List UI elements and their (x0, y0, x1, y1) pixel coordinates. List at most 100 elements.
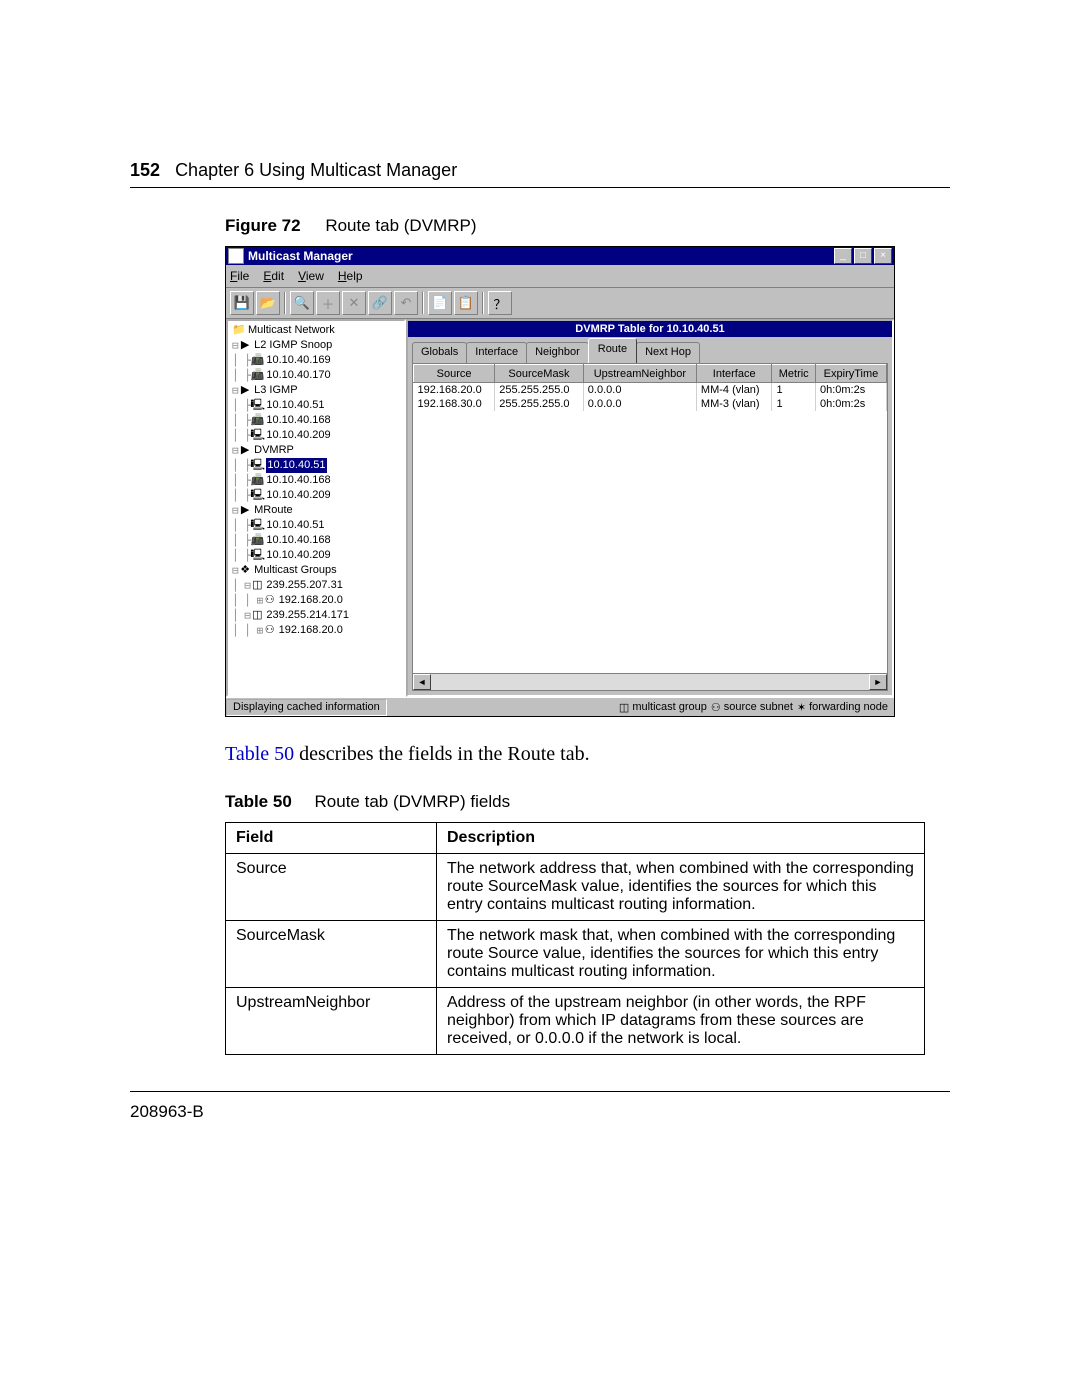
tree-expand-icon[interactable]: │ ⊟ (232, 578, 250, 593)
menu-help[interactable]: Help (338, 269, 363, 283)
grid-cell: 192.168.30.0 (414, 397, 495, 411)
grid-header-cell[interactable]: ExpiryTime (815, 365, 886, 383)
minimize-button[interactable]: _ (834, 248, 852, 264)
tree-item[interactable]: │ ├🖳10.10.40.51 (232, 458, 404, 473)
tab-neighbor[interactable]: Neighbor (526, 342, 589, 363)
tree-item[interactable]: ⊟▶L2 IGMP Snoop (232, 338, 404, 353)
tree-item[interactable]: │ │ ⊞⚇192.168.20.0 (232, 593, 404, 608)
open-icon[interactable]: 📂 (256, 291, 280, 315)
tree-expand-icon[interactable]: │ ├ (232, 533, 250, 548)
tab-interface[interactable]: Interface (466, 342, 527, 363)
grid-header-cell[interactable]: Metric (772, 365, 815, 383)
tree-item[interactable]: │ │ ⊞⚇192.168.20.0 (232, 623, 404, 638)
forwarding-node-icon: ✶ (797, 701, 806, 714)
tree-node-label: 192.168.20.0 (279, 623, 343, 638)
legend-label: forwarding node (809, 701, 888, 713)
tree-item[interactable]: │ ├🖳10.10.40.51 (232, 518, 404, 533)
grid-cell: 0.0.0.0 (583, 397, 696, 411)
field-name: SourceMask (226, 921, 437, 988)
menu-view[interactable]: View (298, 269, 324, 283)
tree-node-icon: 🖳 (250, 398, 264, 413)
plus-icon[interactable]: ＋ (316, 291, 340, 315)
tree-expand-icon[interactable]: │ ├ (232, 458, 250, 473)
close-button[interactable]: × (874, 248, 892, 264)
grid-header-cell[interactable]: UpstreamNeighbor (583, 365, 696, 383)
grid-header-cell[interactable]: Interface (696, 365, 772, 383)
menu-edit[interactable]: Edit (263, 269, 284, 283)
tree-expand-icon[interactable]: │ ├ (232, 473, 250, 488)
tree-expand-icon[interactable]: │ ├ (232, 413, 250, 428)
table-50-link[interactable]: Table 50 (225, 743, 294, 765)
toolbar-separator (422, 292, 424, 314)
tree-node-label: 239.255.214.171 (266, 608, 349, 623)
tree-node-icon: 🖳 (250, 488, 264, 503)
grid-cell: 192.168.20.0 (414, 383, 495, 398)
field-description: The network mask that, when combined wit… (437, 921, 925, 988)
tree-expand-icon[interactable]: │ ├ (232, 548, 250, 563)
grid-header-cell[interactable]: Source (414, 365, 495, 383)
tree-item[interactable]: ⊟❖Multicast Groups (232, 563, 404, 578)
tree-root[interactable]: 📁 Multicast Network (232, 323, 404, 338)
tree-node-label: Multicast Groups (254, 563, 337, 578)
tree-expand-icon[interactable]: │ ├ (232, 488, 250, 503)
help-icon[interactable]: ？ (488, 291, 512, 315)
tree-item[interactable]: │ ├🖳10.10.40.209 (232, 488, 404, 503)
tree-expand-icon[interactable]: │ ⊟ (232, 608, 250, 623)
tree-node-label: 10.10.40.169 (266, 353, 330, 368)
tree-expand-icon[interactable]: │ ├ (232, 428, 250, 443)
tree-item[interactable]: │ ├🖳10.10.40.209 (232, 548, 404, 563)
tree-node-icon: 🖳 (250, 458, 264, 473)
horizontal-scrollbar[interactable]: ◄ ► (413, 673, 887, 690)
paste-icon[interactable]: 📋 (454, 291, 478, 315)
maximize-button[interactable]: □ (854, 248, 872, 264)
multicast-manager-window: Multicast Manager _ □ × File Edit View H… (225, 246, 895, 717)
tree-expand-icon[interactable]: │ │ ⊞ (232, 623, 263, 638)
tree-expand-icon[interactable]: │ ├ (232, 518, 250, 533)
tree-item[interactable]: │ ├📠10.10.40.169 (232, 353, 404, 368)
tree-item[interactable]: │ ├📠10.10.40.168 (232, 533, 404, 548)
tree-item[interactable]: ⊟▶DVMRP (232, 443, 404, 458)
legend-label: source subnet (724, 701, 793, 713)
window-titlebar[interactable]: Multicast Manager _ □ × (226, 247, 894, 265)
tree-item[interactable]: │ ├🖳10.10.40.209 (232, 428, 404, 443)
tab-route[interactable]: Route (588, 338, 637, 363)
search-icon[interactable]: 🔍 (290, 291, 314, 315)
tree-pane[interactable]: 📁 Multicast Network ⊟▶L2 IGMP Snoop│ ├📠1… (226, 319, 406, 697)
tree-item[interactable]: ⊟▶MRoute (232, 503, 404, 518)
tree-expand-icon[interactable]: │ ├ (232, 398, 250, 413)
grid-cell: 0h:0m:2s (815, 397, 886, 411)
tree-item[interactable]: │ ├📠10.10.40.170 (232, 368, 404, 383)
tree-node-label: 10.10.40.209 (266, 548, 330, 563)
tree-item[interactable]: │ ⊟◫239.255.214.171 (232, 608, 404, 623)
tree-expand-icon[interactable]: │ │ ⊞ (232, 593, 263, 608)
grid-container: SourceSourceMaskUpstreamNeighborInterfac… (412, 363, 888, 691)
table-row[interactable]: 192.168.30.0255.255.255.00.0.0.0MM-3 (vl… (414, 397, 887, 411)
back-icon[interactable]: ↶ (394, 291, 418, 315)
link-icon[interactable]: 🔗 (368, 291, 392, 315)
scroll-left-icon[interactable]: ◄ (413, 674, 431, 690)
save-icon[interactable]: 💾 (230, 291, 254, 315)
tab-next-hop[interactable]: Next Hop (636, 342, 700, 363)
tree-expand-icon[interactable]: │ ├ (232, 368, 250, 383)
tree-node-icon: ◫ (250, 578, 264, 593)
delete-icon[interactable]: ✕ (342, 291, 366, 315)
tree-item[interactable]: │ ├🖳10.10.40.51 (232, 398, 404, 413)
table-row: SourceMaskThe network mask that, when co… (226, 921, 925, 988)
tree-node-label: 10.10.40.168 (266, 533, 330, 548)
tree-expand-icon[interactable]: │ ├ (232, 353, 250, 368)
scroll-right-icon[interactable]: ► (869, 674, 887, 690)
tree-item[interactable]: │ ├📠10.10.40.168 (232, 473, 404, 488)
copy-icon[interactable]: 📄 (428, 291, 452, 315)
grid-cell: 255.255.255.0 (495, 397, 584, 411)
tree-item[interactable]: │ ├📠10.10.40.168 (232, 413, 404, 428)
legend-label: multicast group (632, 701, 707, 713)
status-legend: ◫multicast group ⚇source subnet ✶forward… (619, 701, 894, 714)
grid-header-cell[interactable]: SourceMask (495, 365, 584, 383)
tree-item[interactable]: │ ⊟◫239.255.207.31 (232, 578, 404, 593)
tab-globals[interactable]: Globals (412, 342, 467, 363)
route-grid[interactable]: SourceSourceMaskUpstreamNeighborInterfac… (413, 364, 887, 411)
tree-item[interactable]: ⊟▶L3 IGMP (232, 383, 404, 398)
grid-cell: 255.255.255.0 (495, 383, 584, 398)
menu-file[interactable]: File (230, 269, 249, 283)
table-row[interactable]: 192.168.20.0255.255.255.00.0.0.0MM-4 (vl… (414, 383, 887, 398)
